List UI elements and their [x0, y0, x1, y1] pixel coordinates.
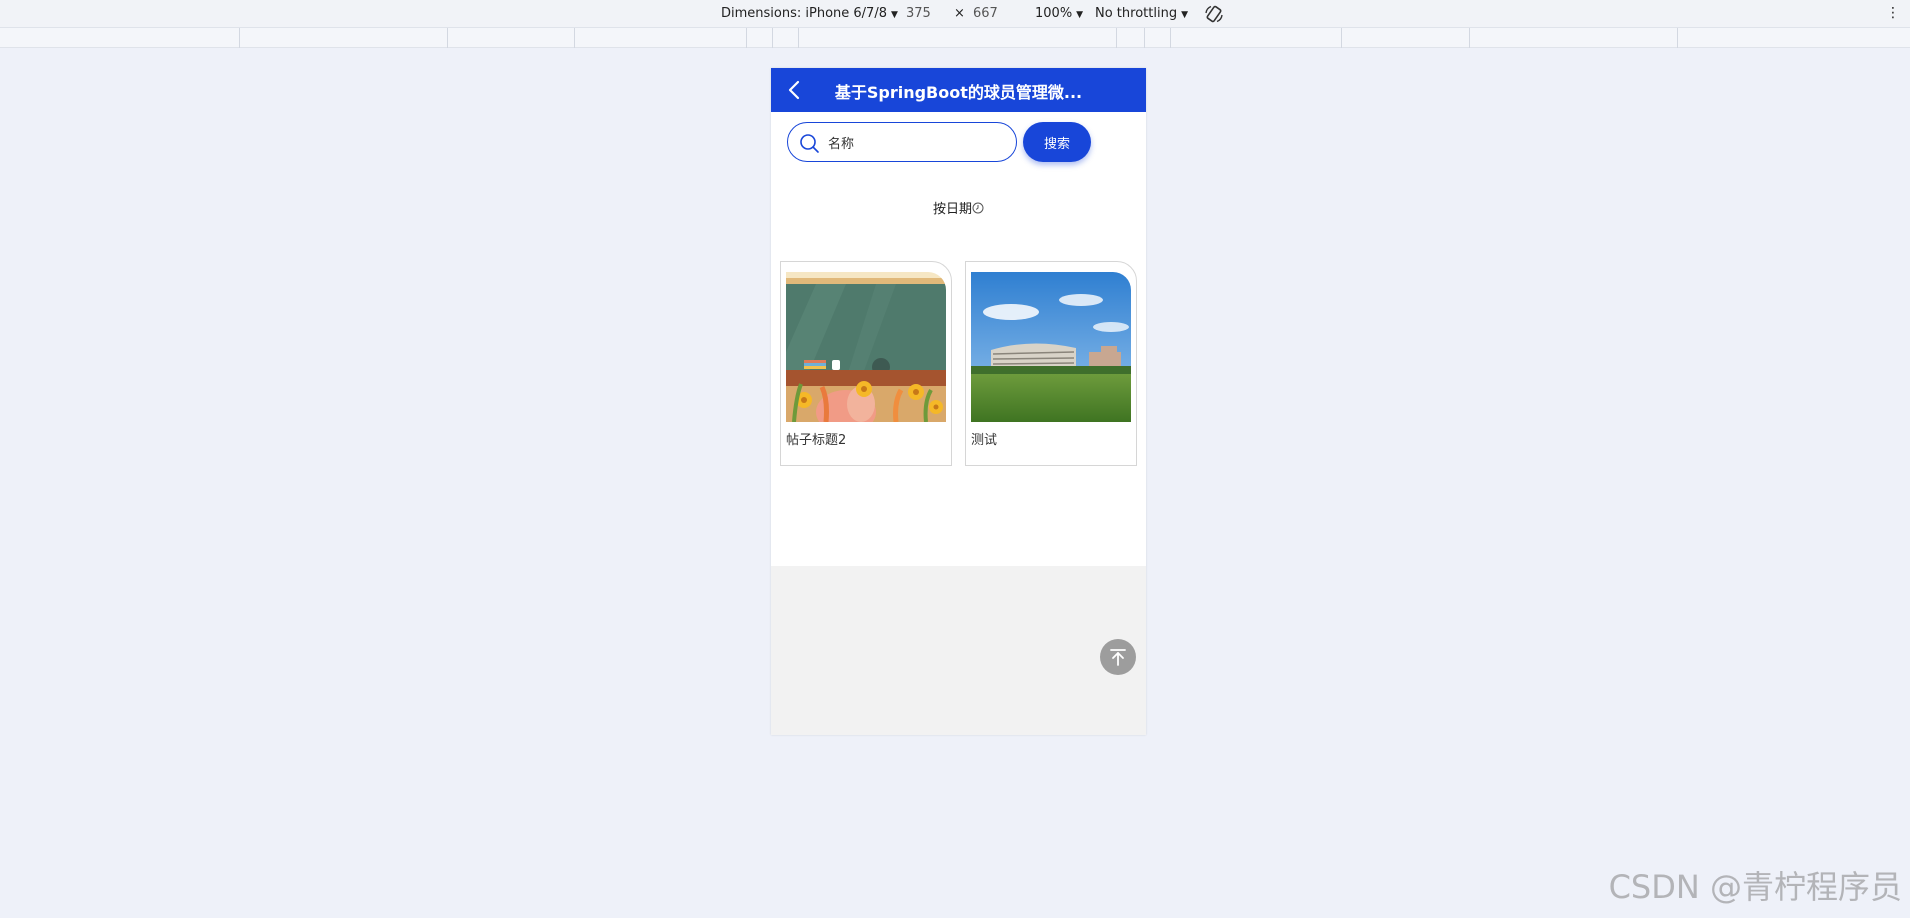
- page-title: 基于SpringBoot的球员管理微...: [834, 83, 1083, 102]
- phone-viewport: 基于SpringBoot的球员管理微... 搜索 按日期: [771, 68, 1146, 735]
- post-thumbnail: [971, 272, 1131, 422]
- caret-down-icon: ▼: [890, 10, 898, 20]
- zoom-selector[interactable]: 100% ▼: [1035, 6, 1083, 21]
- back-to-top-button[interactable]: [1100, 639, 1136, 675]
- ruler-tick: [574, 28, 575, 48]
- nav-bar: 基于SpringBoot的球员管理微...: [771, 68, 1146, 112]
- search-input[interactable]: [828, 131, 1008, 153]
- ruler-tick: [1677, 28, 1678, 48]
- more-options-icon[interactable]: ⋮: [1886, 5, 1900, 21]
- post-thumbnail: [786, 272, 946, 422]
- footer-area: [771, 566, 1146, 735]
- ruler-tick: [1170, 28, 1171, 48]
- ruler-tick: [1116, 28, 1117, 48]
- caret-down-icon: ▼: [1181, 10, 1188, 20]
- dimension-separator: ×: [954, 6, 965, 21]
- post-title: 测试: [971, 433, 998, 448]
- ruler-tick: [772, 28, 773, 48]
- caret-down-icon: ▼: [1076, 10, 1084, 20]
- ruler-tick: [1469, 28, 1470, 48]
- search-box: [787, 122, 1017, 162]
- rotate-icon[interactable]: [1204, 4, 1224, 24]
- ruler-tick: [798, 28, 799, 48]
- throttling-selector[interactable]: No throttling ▼: [1095, 6, 1188, 21]
- media-query-ruler: [0, 28, 1910, 48]
- sort-by-date[interactable]: 按日期: [771, 198, 1146, 217]
- back-arrow-icon[interactable]: [783, 78, 807, 102]
- devtools-toolbar: Dimensions: iPhone 6/7/8 ▼ 375 × 667 100%…: [0, 0, 1910, 28]
- search-icon: [800, 134, 819, 153]
- ruler-tick: [1144, 28, 1145, 48]
- watermark: CSDN @青柠程序员: [1608, 868, 1902, 906]
- arrow-up-icon: [1110, 649, 1126, 666]
- clock-icon: [972, 202, 984, 214]
- post-card[interactable]: 帖子标题2: [780, 261, 952, 466]
- ruler-tick: [447, 28, 448, 48]
- device-selector[interactable]: Dimensions: iPhone 6/7/8 ▼: [721, 6, 898, 21]
- ruler-tick: [746, 28, 747, 48]
- width-input[interactable]: 375: [906, 6, 931, 21]
- post-card[interactable]: 测试: [965, 261, 1137, 466]
- post-title: 帖子标题2: [786, 433, 847, 448]
- search-button[interactable]: 搜索: [1023, 122, 1091, 162]
- sort-label: 按日期: [932, 202, 972, 217]
- ruler-tick: [1341, 28, 1342, 48]
- ruler-tick: [239, 28, 240, 48]
- height-input[interactable]: 667: [973, 6, 998, 21]
